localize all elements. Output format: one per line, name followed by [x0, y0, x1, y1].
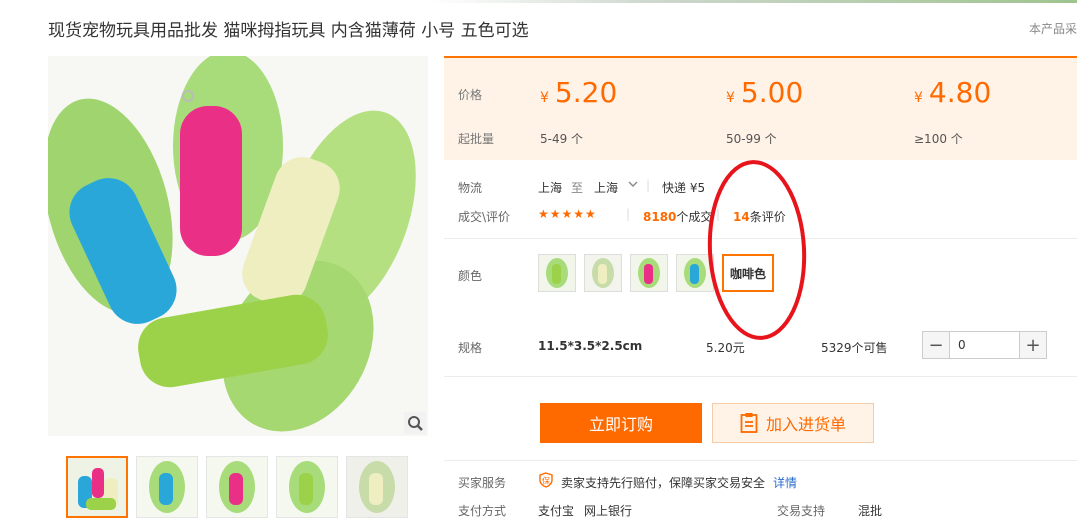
add-to-cart-label: 加入进货单: [765, 415, 846, 434]
rating-stars: ★★★★★: [538, 207, 597, 221]
price-panel: 价格 起批量 ¥5.20 ¥5.00 ¥4.80 5-49 个 50-99 个 …: [444, 56, 1077, 160]
shipping-fee: 快递 ¥5: [662, 181, 706, 195]
range-tier-2: 50-99 个: [726, 132, 777, 146]
trade-support-label: 交易支持: [777, 504, 826, 518]
spec-stock: 5329个可售: [821, 341, 888, 355]
increase-button[interactable]: +: [1020, 332, 1046, 358]
buyer-service-label: 买家服务: [458, 476, 507, 490]
details-link[interactable]: 详情: [773, 474, 797, 491]
thumbnail-4[interactable]: [276, 456, 338, 518]
color-label: 颜色: [458, 269, 483, 283]
product-title: 现货宠物玩具用品批发 猫咪拇指玩具 内含猫薄荷 小号 五色可选: [48, 21, 529, 41]
add-to-cart-button[interactable]: 加入进货单: [712, 403, 874, 443]
separator: |: [646, 178, 651, 192]
color-option-yellow[interactable]: [584, 254, 622, 292]
price-value: 5.20: [554, 76, 618, 109]
color-option-pink[interactable]: [630, 254, 668, 292]
currency-symbol: ¥: [540, 90, 549, 106]
payment-method-netbank: 网上银行: [584, 504, 633, 518]
price-label: 价格: [458, 88, 483, 102]
separator: |: [626, 207, 631, 221]
quantity-stepper: − 0 +: [922, 331, 1047, 359]
clipboard-list-icon: [740, 412, 758, 434]
trade-support-value: 混批: [858, 504, 883, 518]
chevron-down-icon[interactable]: [628, 177, 638, 194]
thumbnail-5[interactable]: [346, 456, 408, 518]
right-note: 本产品采: [1028, 22, 1077, 36]
svg-text:保: 保: [542, 476, 550, 486]
currency-symbol: ¥: [914, 90, 923, 106]
deals-label: 成交\评价: [458, 210, 511, 224]
thumbnail-3[interactable]: [206, 456, 268, 518]
thumbnail-strip: [64, 456, 414, 518]
currency-symbol: ¥: [726, 90, 735, 106]
color-option-green[interactable]: [538, 254, 576, 292]
orders-count: 8180: [643, 210, 677, 224]
decrease-button[interactable]: −: [923, 332, 949, 358]
spec-label: 规格: [458, 341, 483, 355]
price-value: 4.80: [928, 76, 992, 109]
ship-from[interactable]: 上海: [538, 179, 562, 196]
price-tier-2: ¥5.00: [726, 76, 803, 109]
quantity-input[interactable]: 0: [949, 332, 1020, 358]
thumbnail-1[interactable]: [66, 456, 128, 518]
range-tier-3: ≥100 个: [914, 132, 963, 146]
buyer-service-text: 卖家支持先行赔付，保障买家交易安全: [561, 476, 766, 490]
moq-label: 起批量: [458, 132, 495, 146]
price-tier-1: ¥5.20: [540, 76, 617, 109]
price-value: 5.00: [740, 76, 804, 109]
zoom-icon[interactable]: [404, 412, 426, 434]
top-accent-line: [0, 0, 1077, 3]
annotation-red-circle: [707, 160, 807, 340]
range-tier-1: 5-49 个: [540, 132, 584, 146]
spec-value: 11.5*3.5*2.5cm: [538, 339, 643, 353]
main-product-image[interactable]: [48, 56, 428, 436]
price-tier-3: ¥4.80: [914, 76, 991, 109]
buy-now-button[interactable]: 立即订购: [540, 403, 702, 443]
divider: [444, 460, 1077, 461]
orders-count-group[interactable]: 8180个成交: [643, 208, 712, 225]
payment-label: 支付方式: [458, 504, 507, 518]
payment-method-alipay: 支付宝: [538, 504, 575, 518]
ship-to-word: 至: [571, 181, 584, 195]
product-photo: [48, 56, 428, 436]
ship-to-select[interactable]: 上海: [594, 179, 618, 196]
logistics-label: 物流: [458, 181, 483, 195]
thumbnail-2[interactable]: [136, 456, 198, 518]
divider: [444, 376, 1077, 377]
guarantee-shield-icon: 保: [538, 472, 554, 488]
